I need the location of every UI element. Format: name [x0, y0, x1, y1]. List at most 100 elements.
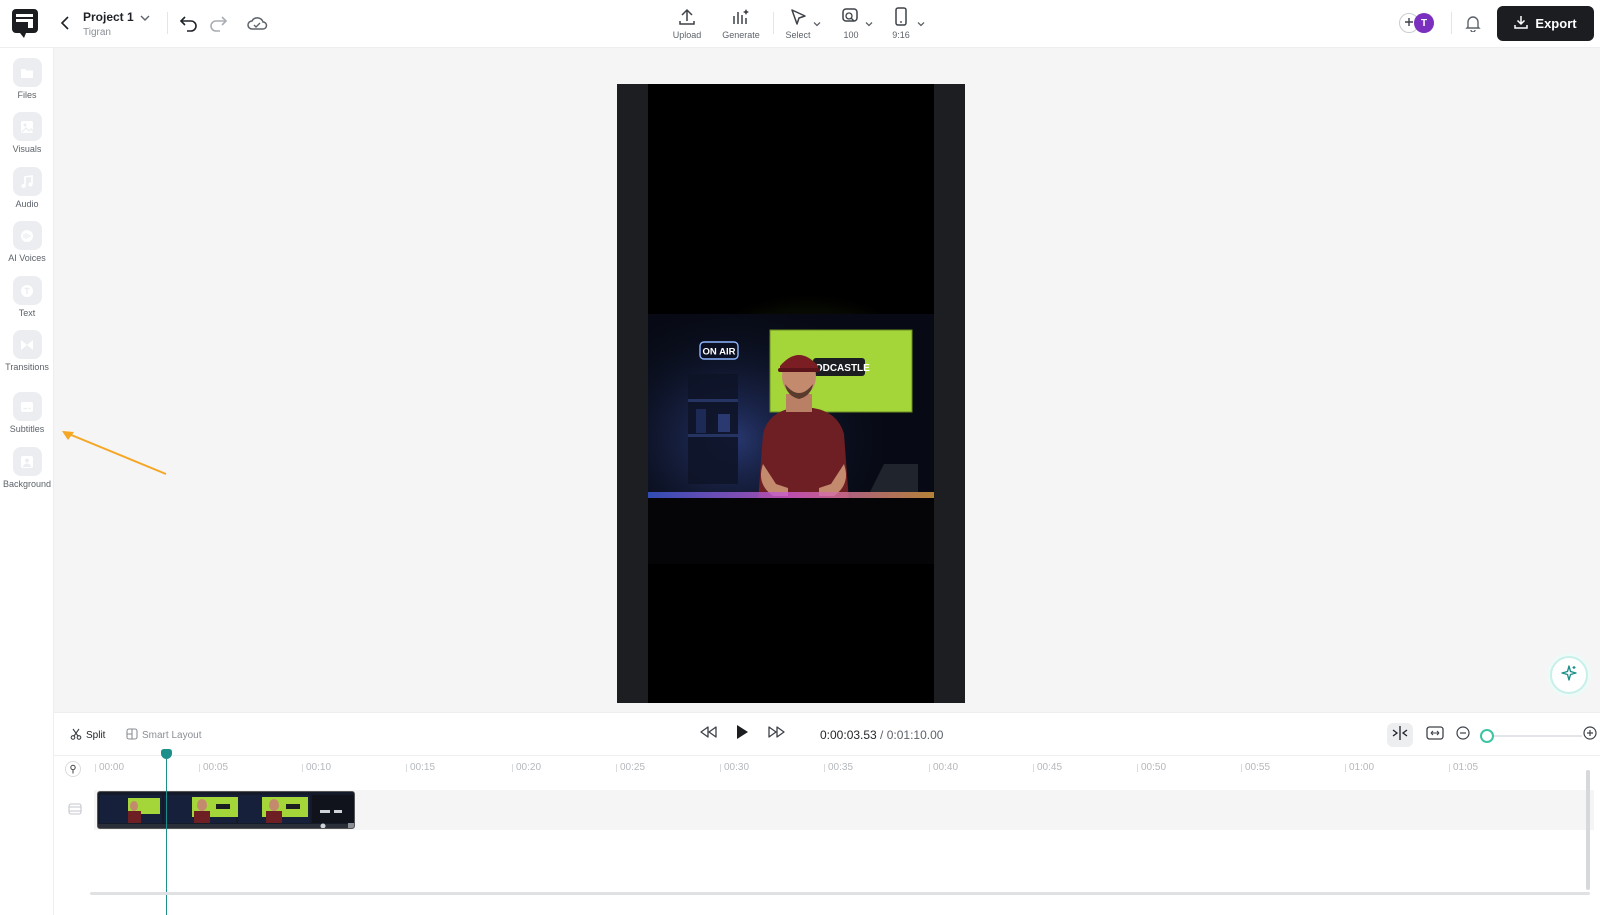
- upload-button[interactable]: Upload: [670, 6, 704, 42]
- sidebar-item-subtitles[interactable]: Subtitles: [0, 392, 54, 442]
- ai-assistant-button[interactable]: [1550, 656, 1588, 694]
- sidebar-item-background[interactable]: Background: [0, 447, 54, 497]
- text-icon: [12, 276, 42, 305]
- sparkle-icon: [1560, 664, 1578, 687]
- chevron-down-icon[interactable]: [812, 16, 822, 27]
- cursor-icon: [786, 6, 810, 28]
- left-sidebar: Files Visuals Audio AI Voices Text Trans…: [0, 48, 54, 915]
- zoom-icon: [839, 6, 863, 28]
- chevron-down-icon[interactable]: [139, 11, 151, 23]
- subtitles-icon: [12, 392, 42, 421]
- export-button[interactable]: Export: [1497, 6, 1594, 41]
- divider: [773, 12, 774, 34]
- video-frame: PODCASTLE ON AIR: [648, 84, 934, 703]
- clip-thumbnail: [100, 795, 162, 823]
- time-ruler[interactable]: 00:00 00:05 00:10 00:15 00:20 00:25 00:3…: [54, 756, 1600, 778]
- scissors-icon: [70, 728, 82, 743]
- clip-thumbnail: [312, 795, 354, 823]
- rewind-button[interactable]: [697, 724, 719, 744]
- podcast-scene: PODCASTLE ON AIR: [648, 314, 934, 564]
- fit-timeline-button[interactable]: [1422, 723, 1448, 747]
- clip-thumbnail: [164, 795, 238, 823]
- generate-icon: [729, 6, 753, 28]
- ruler-tick: 00:55: [1240, 762, 1271, 773]
- zoom-level-button[interactable]: 100: [834, 6, 868, 42]
- sidebar-item-label: Files: [17, 90, 37, 100]
- select-label: Select: [785, 30, 811, 40]
- time-separator: /: [876, 728, 887, 742]
- sidebar-item-text[interactable]: Text: [0, 276, 54, 326]
- select-button[interactable]: Select: [781, 6, 815, 42]
- user-avatar[interactable]: T: [1414, 13, 1434, 33]
- magnet-snap-icon[interactable]: [65, 761, 81, 777]
- split-button[interactable]: Split: [70, 728, 105, 743]
- download-icon: [1514, 15, 1529, 32]
- zoom-slider-track[interactable]: [1486, 735, 1582, 737]
- sidebar-item-ai-voices[interactable]: AI Voices: [0, 221, 54, 271]
- sidebar-item-transitions[interactable]: Transitions: [0, 330, 54, 380]
- chevron-down-icon[interactable]: [916, 16, 926, 27]
- sidebar-item-label: Subtitles: [9, 424, 45, 434]
- podcastle-logo-icon[interactable]: [10, 7, 42, 39]
- smart-layout-button[interactable]: Smart Layout: [126, 728, 201, 743]
- project-owner: Tigran: [83, 27, 111, 38]
- sidebar-item-label: Background: [2, 479, 52, 489]
- on-air-sign-text: ON AIR: [703, 347, 736, 358]
- visuals-icon: [12, 112, 42, 141]
- fast-forward-button[interactable]: [766, 724, 788, 744]
- video-track-icon: [68, 802, 82, 816]
- vertical-scrollbar[interactable]: [1586, 770, 1590, 890]
- plus-icon: [1404, 14, 1414, 32]
- divider: [1451, 12, 1452, 34]
- ruler-tick: 00:50: [1136, 762, 1167, 773]
- ruler-tick: 00:45: [1032, 762, 1063, 773]
- upload-icon: [675, 6, 699, 28]
- sidebar-item-visuals[interactable]: Visuals: [0, 112, 54, 162]
- timeline-toolbar: Split Smart Layout 0:00:03.53 / 0:01:10.…: [54, 712, 1600, 756]
- sidebar-item-files[interactable]: Files: [0, 58, 54, 108]
- zoom-in-button[interactable]: [1580, 723, 1600, 747]
- play-button[interactable]: [731, 724, 753, 744]
- generate-button[interactable]: Generate: [720, 6, 762, 42]
- video-clip[interactable]: [97, 791, 355, 829]
- split-at-playhead-button[interactable]: [1387, 723, 1413, 747]
- undo-icon[interactable]: [178, 12, 200, 34]
- folder-icon: [12, 58, 42, 87]
- horizontal-scrollbar[interactable]: [90, 892, 1590, 895]
- sidebar-item-audio[interactable]: Audio: [0, 167, 54, 217]
- video-preview[interactable]: PODCASTLE ON AIR: [617, 84, 965, 703]
- fast-forward-icon: [767, 725, 787, 744]
- ruler-tick: 00:35: [823, 762, 854, 773]
- phone-ratio-icon: [889, 6, 913, 28]
- chevron-down-icon[interactable]: [864, 16, 874, 27]
- bell-icon[interactable]: [1463, 13, 1483, 33]
- plus-circle-icon: [1583, 725, 1597, 745]
- total-time: 0:01:10.00: [886, 728, 944, 742]
- sidebar-item-label: Transitions: [5, 362, 49, 372]
- ruler-tick: 00:40: [928, 762, 959, 773]
- redo-icon[interactable]: [207, 12, 229, 34]
- zoom-slider-handle[interactable]: [1480, 729, 1494, 743]
- annotation-arrow-icon: [62, 431, 167, 475]
- ruler-tick: 00:10: [301, 762, 332, 773]
- minus-circle-icon: [1456, 725, 1470, 745]
- aspect-ratio-button[interactable]: 9:16: [887, 6, 915, 42]
- project-name[interactable]: Project 1: [83, 10, 134, 24]
- zoom-out-button[interactable]: [1453, 723, 1473, 747]
- sidebar-item-label: Text: [18, 308, 36, 318]
- background-icon: [12, 447, 42, 476]
- export-label: Export: [1535, 16, 1577, 31]
- fit-width-icon: [1426, 725, 1444, 745]
- ruler-tick: 01:05: [1448, 762, 1479, 773]
- rewind-icon: [698, 725, 718, 744]
- top-bar: Project 1 Tigran Upload Generate Select …: [0, 0, 1600, 48]
- ruler-tick: 00:30: [719, 762, 750, 773]
- smart-layout-label: Smart Layout: [142, 730, 202, 741]
- sidebar-item-label: Audio: [15, 199, 39, 209]
- play-icon: [735, 724, 749, 745]
- zoom-level-label: 100: [843, 30, 859, 40]
- voice-wave-icon: [12, 221, 42, 250]
- cloud-save-icon[interactable]: [246, 12, 268, 34]
- sidebar-item-label: AI Voices: [8, 253, 46, 263]
- back-button[interactable]: [56, 13, 74, 33]
